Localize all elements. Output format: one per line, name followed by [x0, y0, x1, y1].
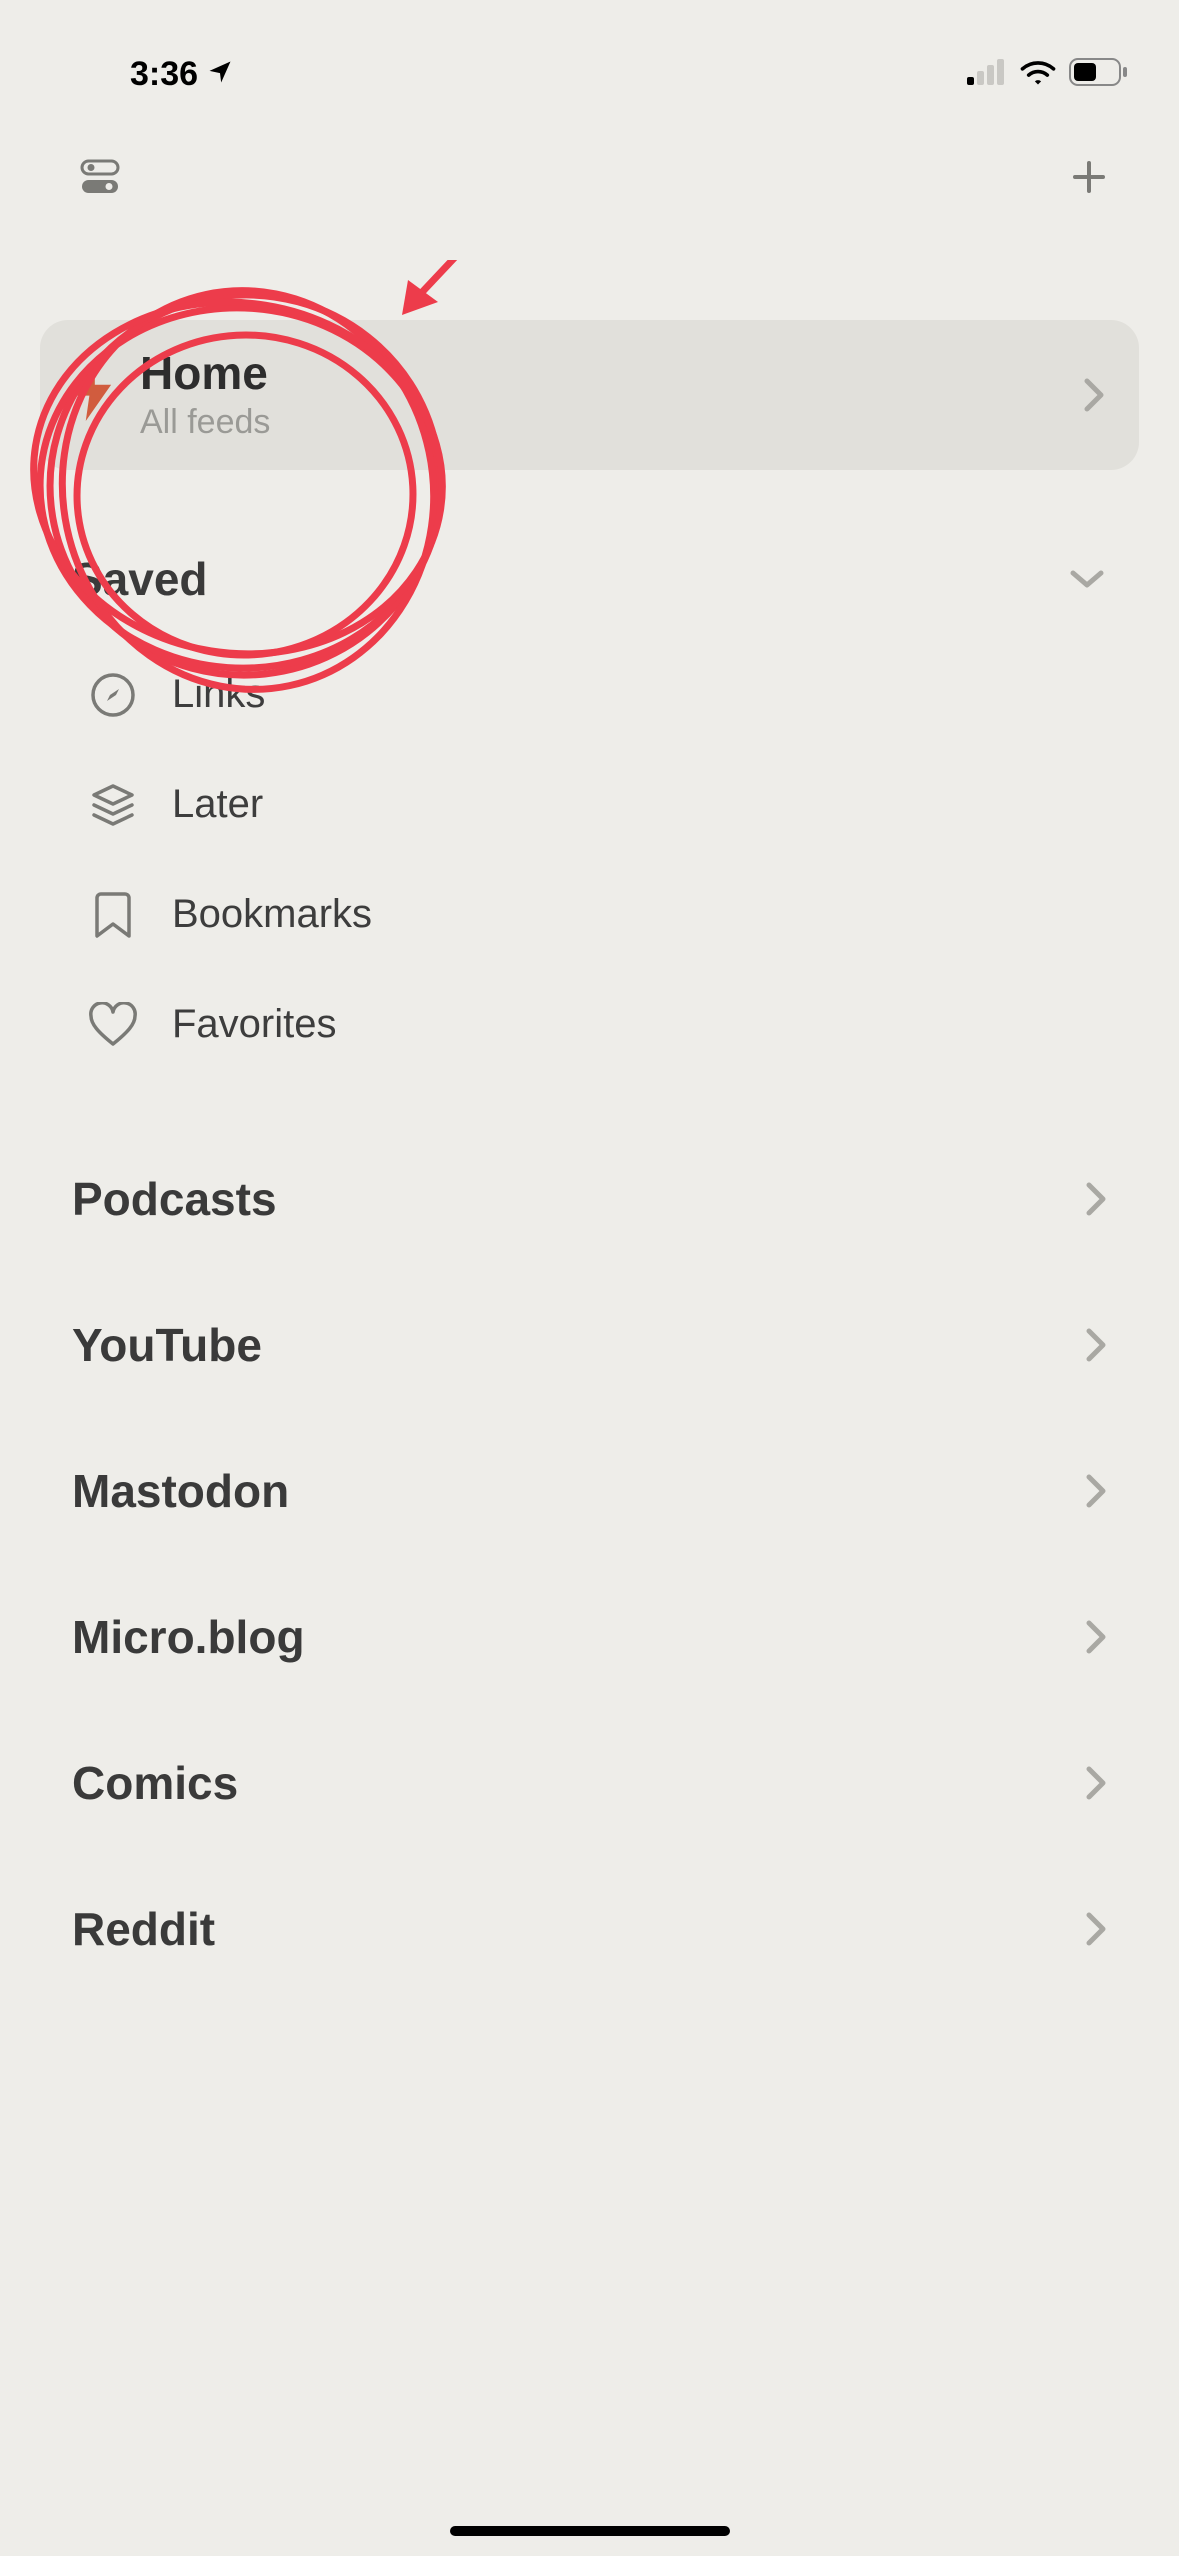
stack-icon — [88, 780, 138, 830]
chevron-right-icon — [1085, 1911, 1107, 1947]
wifi-icon — [1019, 58, 1057, 91]
saved-label: Links — [172, 672, 265, 717]
saved-item-later[interactable]: Later — [88, 750, 1107, 860]
status-time: 3:36 — [130, 55, 198, 94]
section-title: YouTube — [72, 1318, 262, 1372]
section-comics[interactable]: Comics — [0, 1756, 1179, 1810]
status-right — [967, 58, 1129, 91]
chevron-right-icon — [1083, 377, 1105, 413]
chevron-right-icon — [1085, 1181, 1107, 1217]
section-mastodon[interactable]: Mastodon — [0, 1464, 1179, 1518]
saved-label: Favorites — [172, 1002, 337, 1047]
saved-item-favorites[interactable]: Favorites — [88, 970, 1107, 1080]
saved-list: Links Later Bookmarks Favorites — [0, 640, 1179, 1080]
home-subtitle: All feeds — [140, 403, 1059, 442]
home-title: Home — [140, 348, 1059, 399]
chevron-right-icon — [1085, 1327, 1107, 1363]
section-title: Saved — [72, 552, 208, 606]
add-icon[interactable] — [1069, 157, 1109, 202]
section-reddit[interactable]: Reddit — [0, 1902, 1179, 1956]
section-title: Mastodon — [72, 1464, 289, 1518]
heart-icon — [88, 1000, 138, 1050]
saved-label: Later — [172, 782, 263, 827]
home-feed-row[interactable]: Home All feeds — [40, 320, 1139, 470]
battery-icon — [1069, 58, 1129, 91]
home-text: Home All feeds — [140, 348, 1059, 442]
saved-item-links[interactable]: Links — [88, 640, 1107, 750]
section-title: Reddit — [72, 1902, 215, 1956]
bolt-icon — [70, 363, 116, 426]
home-indicator[interactable] — [450, 2526, 730, 2536]
section-title: Podcasts — [72, 1172, 277, 1226]
location-icon — [206, 58, 234, 91]
safari-icon — [88, 670, 138, 720]
status-bar: 3:36 — [0, 0, 1179, 120]
chevron-right-icon — [1085, 1765, 1107, 1801]
nav-bar — [0, 120, 1179, 220]
cellular-icon — [967, 59, 1007, 90]
settings-toggle-icon[interactable] — [80, 159, 120, 200]
section-saved-header[interactable]: Saved — [0, 552, 1179, 606]
section-podcasts[interactable]: Podcasts — [0, 1172, 1179, 1226]
saved-item-bookmarks[interactable]: Bookmarks — [88, 860, 1107, 970]
status-left: 3:36 — [130, 55, 234, 94]
chevron-right-icon — [1085, 1619, 1107, 1655]
section-title: Micro.blog — [72, 1610, 305, 1664]
section-youtube[interactable]: YouTube — [0, 1318, 1179, 1372]
saved-label: Bookmarks — [172, 892, 372, 937]
chevron-down-icon — [1067, 567, 1107, 591]
section-microblog[interactable]: Micro.blog — [0, 1610, 1179, 1664]
chevron-right-icon — [1085, 1473, 1107, 1509]
bookmark-icon — [88, 890, 138, 940]
section-title: Comics — [72, 1756, 238, 1810]
